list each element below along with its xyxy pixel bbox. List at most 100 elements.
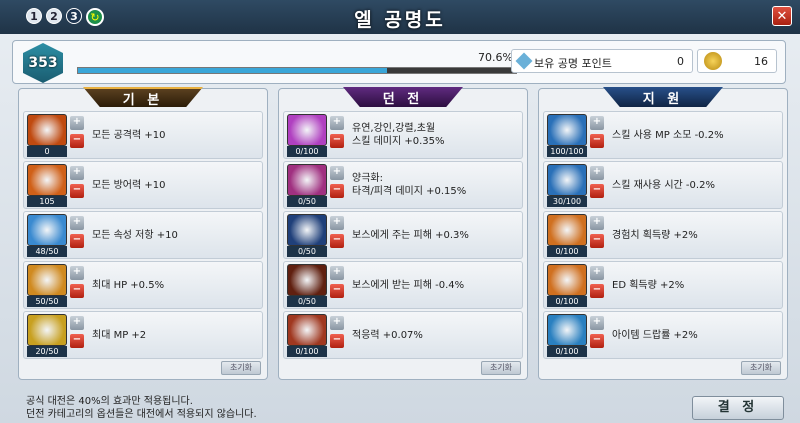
- skill-icon: [27, 164, 67, 196]
- skill-count: 0/50: [287, 296, 327, 307]
- skill-icon: [547, 314, 587, 346]
- skill-icon: [27, 314, 67, 346]
- level-value: 353: [28, 55, 58, 71]
- plus-button[interactable]: +: [330, 216, 344, 230]
- close-button[interactable]: ✕: [772, 6, 792, 26]
- plus-button[interactable]: +: [70, 266, 84, 280]
- minus-button[interactable]: −: [330, 184, 344, 198]
- reset-button[interactable]: 초기화: [221, 361, 261, 375]
- skill-description: 최대 MP +2: [92, 329, 147, 341]
- minus-button[interactable]: −: [590, 234, 604, 248]
- skill-count: 30/100: [547, 196, 587, 207]
- resonance-point-box: 보유 공명 포인트 0: [511, 49, 693, 73]
- minus-button[interactable]: −: [70, 184, 84, 198]
- skill-count: 0/100: [287, 146, 327, 157]
- el-resonance-window: 1 2 3 ↻ 엘 공명도 ✕ 353 70.6% 보유 공명 포인트 0 16…: [0, 0, 800, 423]
- skill-icon: [287, 114, 327, 146]
- panel-title: 지 원: [642, 91, 684, 107]
- skill-description: 스킬 사용 MP 소모 -0.2%: [612, 129, 724, 141]
- plus-button[interactable]: +: [70, 216, 84, 230]
- skill-row: 30/100 + − 스킬 재사용 시간 -0.2%: [543, 161, 783, 209]
- panel-header: 던 전: [343, 87, 463, 107]
- minus-button[interactable]: −: [70, 284, 84, 298]
- skill-count: 0/100: [547, 296, 587, 307]
- confirm-button[interactable]: 결 정: [692, 396, 784, 420]
- skill-count: 0/100: [287, 346, 327, 357]
- skill-icon: [547, 114, 587, 146]
- point-icon: [515, 52, 533, 70]
- plus-button[interactable]: +: [330, 166, 344, 180]
- skill-count: 105: [27, 196, 67, 207]
- level-badge: 353: [23, 43, 63, 83]
- panel-dungeon: 던 전 0/100 + − 유연,강인,강렬,초월 스킬 데미지 +0.35% 0/50 +…: [278, 87, 528, 380]
- minus-button[interactable]: −: [330, 234, 344, 248]
- skill-row: 0/100 + − 적응력 +0.07%: [283, 311, 523, 359]
- skill-icon: [27, 214, 67, 246]
- skill-icon: [287, 314, 327, 346]
- minus-button[interactable]: −: [330, 334, 344, 348]
- dungeon-note: 던전 카테고리의 옵션들은 대전에서 적용되지 않습니다.: [26, 409, 257, 420]
- panel-header: 기 본: [83, 87, 203, 107]
- title-bar: 1 2 3 ↻ 엘 공명도 ✕: [0, 0, 800, 34]
- minus-button[interactable]: −: [70, 134, 84, 148]
- plus-button[interactable]: +: [70, 116, 84, 130]
- plus-button[interactable]: +: [590, 266, 604, 280]
- skill-count: 0/100: [547, 246, 587, 257]
- skill-count: 0/100: [547, 346, 587, 357]
- plus-button[interactable]: +: [590, 216, 604, 230]
- minus-button[interactable]: −: [70, 234, 84, 248]
- skill-row: 0/100 + − 경험치 획득량 +2%: [543, 211, 783, 259]
- plus-button[interactable]: +: [590, 166, 604, 180]
- plus-button[interactable]: +: [70, 316, 84, 330]
- plus-button[interactable]: +: [330, 266, 344, 280]
- minus-button[interactable]: −: [70, 334, 84, 348]
- skill-row: 105 + − 모든 방어력 +10: [23, 161, 263, 209]
- skill-count: 48/50: [27, 246, 67, 257]
- minus-button[interactable]: −: [590, 284, 604, 298]
- minus-button[interactable]: −: [590, 134, 604, 148]
- minus-button[interactable]: −: [590, 184, 604, 198]
- skill-description: 모든 속성 저항 +10: [92, 229, 178, 241]
- plus-button[interactable]: +: [590, 316, 604, 330]
- skill-icon: [547, 164, 587, 196]
- skill-row: 0/100 + − 유연,강인,강렬,초월 스킬 데미지 +0.35%: [283, 111, 523, 159]
- skill-description: 유연,강인,강렬,초월 스킬 데미지 +0.35%: [352, 123, 445, 147]
- plus-button[interactable]: +: [330, 316, 344, 330]
- skill-description: 모든 방어력 +10: [92, 179, 166, 191]
- skill-description: 스킬 재사용 시간 -0.2%: [612, 179, 715, 191]
- minus-button[interactable]: −: [330, 284, 344, 298]
- reset-button[interactable]: 초기화: [741, 361, 781, 375]
- skill-row: 50/50 + − 최대 HP +0.5%: [23, 261, 263, 309]
- window-title: 엘 공명도: [354, 9, 446, 31]
- skill-icon: [287, 214, 327, 246]
- panel-header: 지 원: [603, 87, 723, 107]
- skill-description: ED 획득량 +2%: [612, 279, 685, 291]
- skill-count: 50/50: [27, 296, 67, 307]
- skill-row: 48/50 + − 모든 속성 저항 +10: [23, 211, 263, 259]
- skill-row: 0/50 + − 보스에게 주는 피해 +0.3%: [283, 211, 523, 259]
- reset-button[interactable]: 초기화: [481, 361, 521, 375]
- skill-row: 0 + − 모든 공격력 +10: [23, 111, 263, 159]
- skill-description: 보스에게 주는 피해 +0.3%: [352, 229, 469, 241]
- skill-description: 모든 공격력 +10: [92, 129, 166, 141]
- skill-icon: [547, 214, 587, 246]
- minus-button[interactable]: −: [330, 134, 344, 148]
- skill-count: 0/50: [287, 246, 327, 257]
- skill-description: 최대 HP +0.5%: [92, 279, 165, 291]
- skill-icon: [547, 264, 587, 296]
- skill-row: 100/100 + − 스킬 사용 MP 소모 -0.2%: [543, 111, 783, 159]
- skill-count: 20/50: [27, 346, 67, 357]
- point-value: 0: [677, 55, 684, 68]
- skill-description: 적응력 +0.07%: [352, 329, 423, 341]
- minus-button[interactable]: −: [590, 334, 604, 348]
- skill-count: 100/100: [547, 146, 587, 157]
- plus-button[interactable]: +: [70, 166, 84, 180]
- skill-description: 보스에게 받는 피해 -0.4%: [352, 279, 465, 291]
- skill-icon: [27, 264, 67, 296]
- plus-button[interactable]: +: [590, 116, 604, 130]
- point-label: 보유 공명 포인트: [534, 57, 612, 70]
- skill-icon: [27, 114, 67, 146]
- progress-percent: 70.6%: [478, 51, 513, 64]
- plus-button[interactable]: +: [330, 116, 344, 130]
- skill-description: 아이템 드랍률 +2%: [612, 329, 698, 341]
